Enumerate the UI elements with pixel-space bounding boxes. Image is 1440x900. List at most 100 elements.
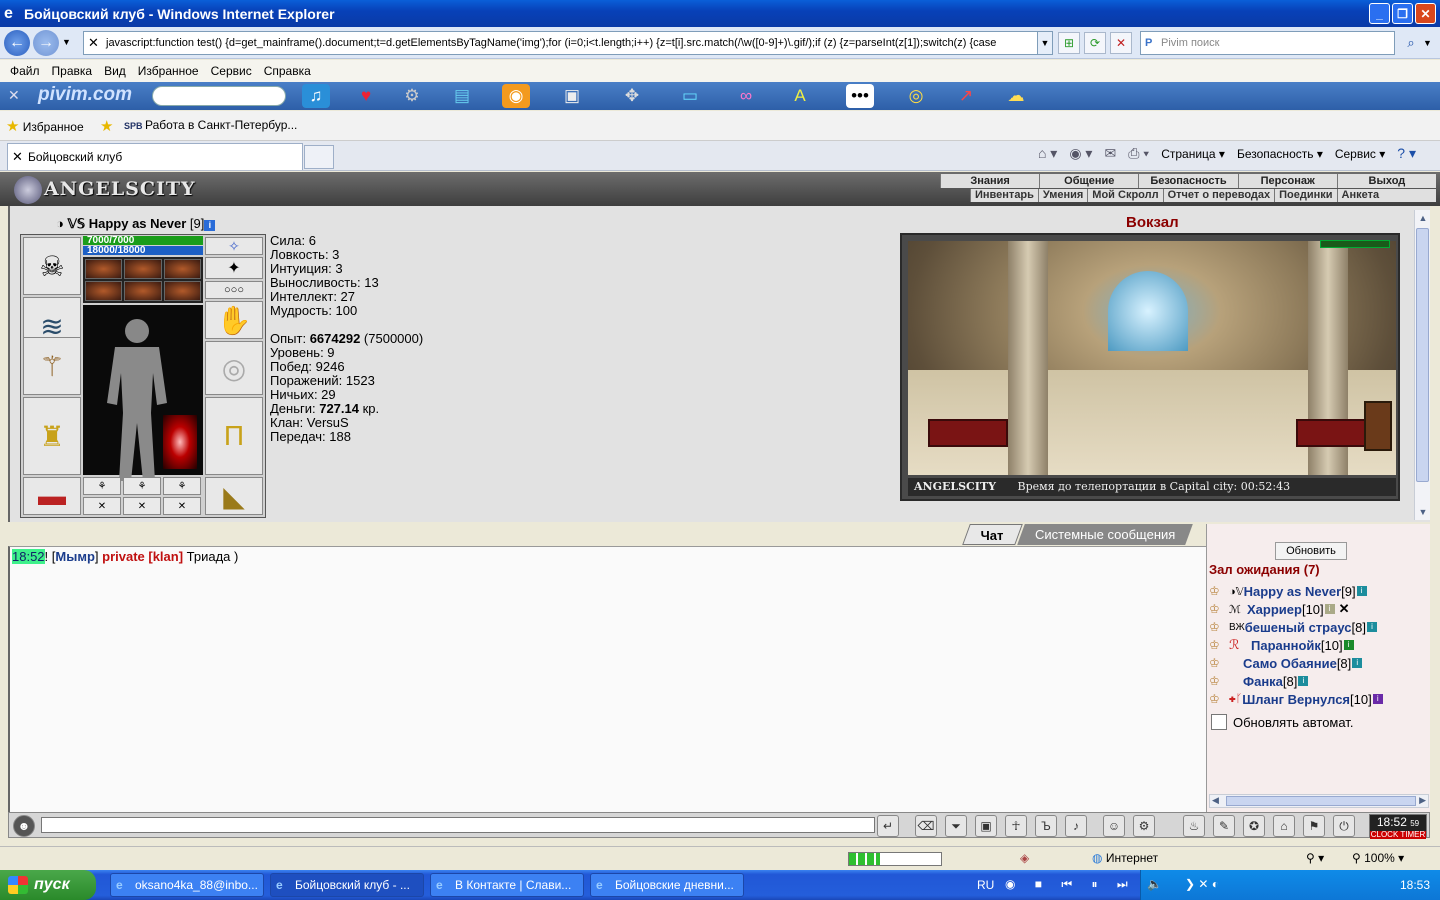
tv-icon[interactable]: ▭ (676, 84, 704, 108)
stop-icon[interactable]: ✕ (1110, 32, 1132, 54)
gamepad-icon[interactable]: ✥ (618, 84, 646, 108)
menu-profile[interactable]: Анкета (1336, 189, 1384, 202)
chart-icon[interactable]: ↗ (952, 84, 980, 108)
maximize-button[interactable]: ❐ (1392, 3, 1413, 24)
flag-icon[interactable]: ⚑ (1303, 815, 1325, 837)
search-go-icon[interactable]: ⌕ (1400, 32, 1422, 54)
webcam-icon[interactable]: ◎ (902, 84, 930, 108)
info-icon[interactable]: i (204, 220, 216, 231)
rings-slot[interactable]: ○○○ (205, 281, 263, 299)
az-icon[interactable]: A (786, 84, 814, 108)
language-indicator[interactable]: RU (977, 878, 994, 892)
refresh-button[interactable]: Обновить (1275, 542, 1347, 560)
protected-mode-icon[interactable]: ⚲ ▾ (1306, 851, 1324, 865)
rune-slot[interactable]: ⚘ (123, 477, 161, 495)
rune-slot[interactable]: ⚘ (83, 477, 121, 495)
cmd-page[interactable]: Страница ▾ (1161, 147, 1225, 161)
chat-settings-icon[interactable]: ⚙ (1133, 815, 1155, 837)
player-name[interactable]: Шланг Вернулся (1242, 692, 1350, 707)
cmd-tools[interactable]: Сервис ▾ (1335, 147, 1385, 161)
scroll-left-icon[interactable]: ◀ (1212, 795, 1219, 806)
player-name[interactable]: Фанка (1243, 674, 1283, 689)
gloves-slot[interactable]: ✋ (205, 301, 263, 339)
close-button[interactable]: ✕ (1415, 3, 1436, 24)
player-row[interactable]: ♔ ВЖ бешеный страус [8] i (1209, 618, 1431, 636)
filter-icon[interactable]: ⏷ (945, 815, 967, 837)
tab-chat[interactable]: Чат (962, 524, 1023, 545)
player-row[interactable]: ♔ ℳ Харриер [10] i ✕ (1209, 600, 1431, 618)
add-favorite-icon[interactable]: ★ (100, 117, 113, 135)
exit-door[interactable] (1364, 401, 1392, 451)
home-icon[interactable]: ⌂ ▾ (1038, 145, 1057, 162)
buff-slot[interactable] (163, 281, 201, 301)
scroll-down-icon[interactable]: ▼ (1415, 504, 1431, 520)
message-nick[interactable]: Мымр (55, 549, 95, 564)
start-button[interactable]: пуск (0, 870, 96, 900)
menu-skills[interactable]: Умения (1037, 189, 1087, 202)
tab-system-messages[interactable]: Системные сообщения (1016, 524, 1193, 545)
zoom-control[interactable]: ⚲ 100% ▾ (1352, 851, 1404, 865)
info-icon[interactable]: i (1372, 694, 1383, 704)
info-icon[interactable]: i (1343, 640, 1354, 650)
settings-icon[interactable]: ⚙ (398, 84, 426, 108)
task-vkontakte[interactable]: e В Контакте | Слави... (430, 873, 584, 897)
buff-slot[interactable] (163, 259, 201, 279)
favorites-button[interactable]: ★ Избранное (6, 117, 84, 135)
menu-communication[interactable]: Общение (1039, 174, 1138, 188)
player-row[interactable]: ♔ Фанка [8] i (1209, 672, 1431, 690)
exit-icon[interactable]: ⏻ (1333, 815, 1355, 837)
menu-file[interactable]: Файл (10, 64, 40, 78)
send-icon[interactable]: ↵ (877, 815, 899, 837)
security-zone[interactable]: ◍ Интернет (1092, 851, 1158, 865)
scroll-icon[interactable]: ✎ (1213, 815, 1235, 837)
clock-timer[interactable]: 18:52 59 CLOCK TIMER (1369, 814, 1427, 839)
pivim-search-input[interactable] (152, 86, 286, 106)
player-name[interactable]: Харриер (1247, 602, 1302, 617)
tab-fight-club[interactable]: ✕ Бойцовский клуб (7, 143, 303, 170)
menu-help[interactable]: Справка (264, 64, 311, 78)
search-options-icon[interactable]: ▼ (1423, 38, 1432, 48)
weapon-slot[interactable]: ⚚ (23, 337, 81, 395)
menu-edit[interactable]: Правка (52, 64, 93, 78)
message-time[interactable]: 18:52 (12, 549, 45, 564)
info-icon[interactable]: i (1366, 622, 1377, 632)
armor-slot[interactable]: ♜ (23, 397, 81, 475)
menu-tools[interactable]: Сервис (211, 64, 252, 78)
smile-head-icon[interactable]: ☻ (13, 815, 35, 837)
menu-security[interactable]: Безопасность (1138, 174, 1237, 188)
menu-fights[interactable]: Поединки (1274, 189, 1336, 202)
sound-icon[interactable]: ♪ (1065, 815, 1087, 837)
forward-button[interactable]: → (33, 30, 59, 56)
menu-favorites[interactable]: Избранное (138, 64, 199, 78)
print-icon[interactable]: ⎙ ▾ (1128, 145, 1149, 162)
fight-icon[interactable]: ☥ (1005, 815, 1027, 837)
minimize-button[interactable]: _ (1369, 3, 1390, 24)
radio-icon[interactable]: ▣ (558, 84, 586, 108)
player-name[interactable]: Само Обаяние (1243, 656, 1337, 671)
character-name[interactable]: ◑ 𝕍𝕊 Happy as Never [9] i (56, 216, 216, 232)
scroll-right-icon[interactable]: ▶ (1419, 795, 1426, 806)
info-icon[interactable]: i (1356, 586, 1367, 596)
task-mail[interactable]: e oksano4ka_88@inbo... (110, 873, 264, 897)
heart-icon[interactable]: ♥ (352, 84, 380, 108)
scroll-thumb[interactable] (1416, 228, 1429, 482)
auto-refresh-checkbox[interactable] (1211, 714, 1227, 730)
menu-transfer-report[interactable]: Отчет о переводах (1162, 189, 1275, 202)
player-name[interactable]: Параннойк (1251, 638, 1321, 653)
feeds-icon[interactable]: ◉ ▾ (1069, 145, 1092, 162)
task-fight-club[interactable]: e Бойцовский клуб - ... (270, 873, 424, 897)
search-input[interactable]: P Pivim поиск (1140, 31, 1395, 55)
menu-exit[interactable]: Выход (1336, 174, 1436, 188)
info-icon[interactable]: i (1352, 658, 1363, 668)
scroll-thumb[interactable] (1226, 796, 1416, 806)
menu-view[interactable]: Вид (104, 64, 126, 78)
buff-slot[interactable] (124, 281, 162, 301)
mail-icon[interactable]: ✉ (1104, 145, 1116, 162)
weather-icon[interactable]: ☁ (1002, 84, 1030, 108)
toolbar-close-icon[interactable]: ✕ (8, 87, 20, 104)
player-row[interactable]: ♔ ✚ᚴ Шланг Вернулся [10] i (1209, 690, 1431, 708)
shield-slot[interactable]: ◎ (205, 341, 263, 395)
buff-slot[interactable] (124, 259, 162, 279)
privacy-icon[interactable]: ◈ (1020, 851, 1029, 865)
favorite-link[interactable]: SPB Работа в Санкт-Петербур... (124, 118, 297, 132)
